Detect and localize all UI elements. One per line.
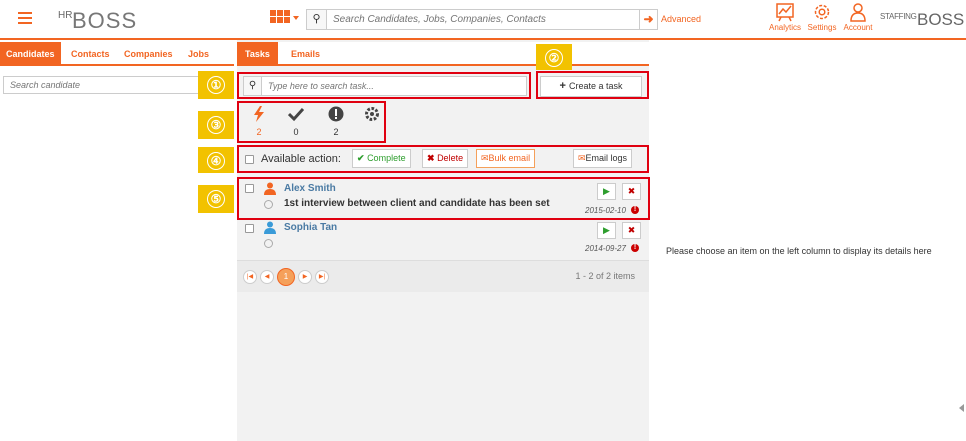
- nav-analytics[interactable]: Analytics: [765, 2, 805, 32]
- annotation-box-5: [237, 177, 650, 220]
- first-page-icon[interactable]: |◀: [243, 270, 257, 284]
- tab-tasks[interactable]: Tasks: [237, 42, 278, 66]
- nav-settings[interactable]: Settings: [802, 2, 842, 32]
- advanced-search-link[interactable]: Advanced: [661, 14, 701, 24]
- annotation-badge-3: ③: [198, 111, 234, 139]
- close-icon[interactable]: ✖: [622, 222, 641, 239]
- detail-panel: Please choose an item on the left column…: [651, 40, 966, 441]
- annotation-badge-2: ②: [536, 44, 572, 70]
- tab-companies[interactable]: Companies: [124, 42, 173, 66]
- annotation-box-2: [536, 71, 649, 99]
- next-page-icon[interactable]: ▶: [298, 270, 312, 284]
- task-due-date: 2014-09-27: [585, 244, 626, 253]
- chevron-down-icon: [293, 16, 299, 20]
- analytics-icon: [776, 3, 794, 22]
- task-row[interactable]: Sophia Tan ▶ ✖ 2014-09-27 !: [241, 218, 645, 256]
- hamburger-menu-icon[interactable]: [18, 12, 32, 24]
- tab-contacts[interactable]: Contacts: [71, 42, 110, 66]
- staffing-logo-text: STAFFING: [880, 12, 917, 21]
- annotation-number: ①: [207, 76, 225, 94]
- annotation-number: ④: [207, 152, 225, 170]
- tab-candidates[interactable]: Candidates: [0, 42, 61, 66]
- nav-account-label: Account: [843, 23, 873, 32]
- top-bar: HR BOSS ⚲ ➜ Advanced Analytics Settings: [0, 0, 966, 40]
- person-icon: [264, 221, 276, 234]
- annotation-badge-1: ①: [198, 71, 234, 99]
- pagination-info: 1 - 2 of 2 items: [575, 271, 635, 281]
- annotation-box-3: [237, 101, 386, 143]
- annotation-number: ③: [207, 116, 225, 134]
- overdue-alert-icon: !: [631, 244, 639, 252]
- task-candidate-name[interactable]: Sophia Tan: [284, 222, 337, 233]
- nav-settings-label: Settings: [807, 23, 837, 32]
- apps-grid-button[interactable]: [270, 10, 300, 28]
- nav-account[interactable]: Account: [838, 2, 878, 32]
- task-checkbox[interactable]: [245, 224, 254, 233]
- last-page-icon[interactable]: ▶|: [315, 270, 329, 284]
- tab-emails[interactable]: Emails: [291, 42, 320, 66]
- nav-analytics-label: Analytics: [768, 23, 801, 32]
- tasks-tabs: Tasks Emails: [237, 42, 649, 66]
- entity-tabs: Candidates Contacts Companies Jobs: [0, 42, 234, 66]
- annotation-badge-5: ⑤: [198, 185, 234, 213]
- prev-page-icon[interactable]: ◀: [260, 270, 274, 284]
- pagination: |◀ ◀ 1 ▶ ▶| 1 - 2 of 2 items: [237, 260, 649, 292]
- global-search-input[interactable]: [333, 12, 633, 27]
- user-icon: [850, 3, 866, 22]
- annotation-box-1: [237, 72, 531, 99]
- page-current[interactable]: 1: [277, 268, 295, 286]
- annotation-box-4: [237, 145, 649, 173]
- candidate-search-input[interactable]: [4, 77, 230, 93]
- annotation-badge-4: ④: [198, 147, 234, 173]
- global-search[interactable]: ⚲ ➜: [306, 9, 658, 30]
- logo-hr-text: HR: [58, 10, 73, 21]
- tab-jobs[interactable]: Jobs: [188, 42, 209, 66]
- left-panel: Candidates Contacts Companies Jobs: [0, 40, 234, 441]
- candidate-search[interactable]: [3, 76, 231, 94]
- collapse-arrow-icon[interactable]: [959, 404, 964, 412]
- tasks-empty-area: [237, 293, 649, 441]
- annotation-number: ⑤: [207, 190, 225, 208]
- staffing-boss-logo-text: BOSS: [917, 10, 965, 29]
- detail-placeholder-message: Please choose an item on the left column…: [666, 246, 932, 256]
- annotation-number: ②: [545, 49, 563, 67]
- search-icon: ⚲: [307, 10, 327, 29]
- gear-icon: [814, 4, 830, 20]
- play-icon[interactable]: ▶: [597, 222, 616, 239]
- mark-done-icon[interactable]: [264, 239, 273, 248]
- logo-boss-text: BOSS: [72, 8, 138, 33]
- arrow-right-icon[interactable]: ➜: [639, 10, 657, 29]
